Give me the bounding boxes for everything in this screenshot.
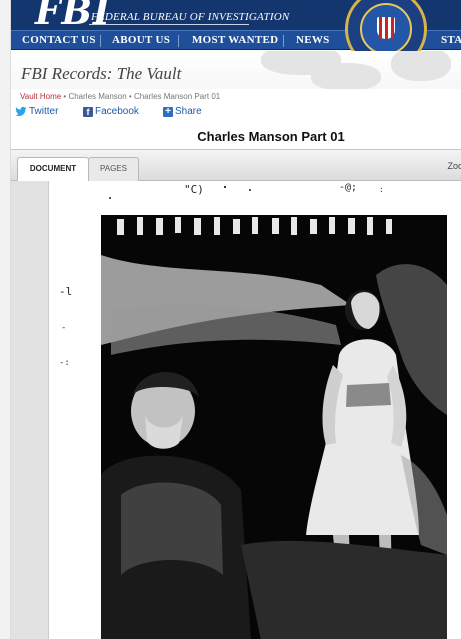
breadcrumb: Vault Home • Charles Manson • Charles Ma… xyxy=(20,92,220,101)
document-viewer: DOCUMENT PAGES Zoo "C) -@; : -l - -: xyxy=(11,149,461,639)
world-map-shape xyxy=(391,51,451,81)
plus-share-icon: + xyxy=(163,106,173,117)
vault-title[interactable]: FBI Records: The Vault xyxy=(21,64,181,84)
left-gutter xyxy=(0,0,11,639)
tab-document[interactable]: DOCUMENT xyxy=(17,157,89,182)
fbi-subtitle: FEDERAL BUREAU OF INVESTIGATION xyxy=(91,11,290,23)
svg-text:-: - xyxy=(61,323,66,333)
facebook-label[interactable]: Facebook xyxy=(95,106,139,117)
twitter-bird-icon xyxy=(15,106,27,117)
viewer-tabbar: DOCUMENT PAGES Zoo xyxy=(11,150,461,182)
nav-divider xyxy=(178,35,179,47)
viewer-sidebar xyxy=(11,181,49,639)
share-label[interactable]: Share xyxy=(175,106,202,117)
twitter-share[interactable]: Twitter xyxy=(15,106,58,117)
svg-text:-l: -l xyxy=(59,285,72,298)
seal-stripe xyxy=(379,17,382,39)
nav-item-contact-us[interactable]: CONTACT US xyxy=(22,34,96,46)
header-rule xyxy=(89,24,249,25)
nav-item-news[interactable]: NEWS xyxy=(296,34,330,46)
photo-content xyxy=(101,215,447,639)
tab-pages[interactable]: PAGES xyxy=(88,157,139,181)
breadcrumb-current: Charles Manson Part 01 xyxy=(133,92,221,101)
seal-shield-icon xyxy=(377,17,395,39)
document-page[interactable]: "C) -@; : -l - -: xyxy=(49,181,461,639)
seal-stripe xyxy=(385,17,388,39)
svg-text:-:: -: xyxy=(59,358,70,368)
facebook-icon: f xyxy=(83,106,93,117)
page-scan-marks: "C) -@; : xyxy=(109,182,384,199)
nav-divider xyxy=(283,35,284,47)
world-map-shape xyxy=(311,63,381,89)
document-title: Charles Manson Part 01 xyxy=(197,129,345,144)
zoom-label[interactable]: Zoo xyxy=(447,161,461,171)
seal-stripe xyxy=(391,17,394,39)
vault-banner: FBI Records: The Vault xyxy=(11,51,461,89)
nav-item-stats[interactable]: STA xyxy=(441,34,461,46)
scanned-photograph xyxy=(101,215,447,639)
share-button[interactable]: + Share xyxy=(163,106,202,117)
nav-divider xyxy=(100,35,101,47)
page-margin-marks: -l - -: xyxy=(59,285,72,368)
svg-text::: : xyxy=(379,185,384,194)
seal-inner xyxy=(360,3,412,55)
svg-text:"C): "C) xyxy=(184,183,204,196)
breadcrumb-home-link[interactable]: Vault Home xyxy=(20,92,61,101)
nav-item-most-wanted[interactable]: MOST WANTED xyxy=(192,34,278,46)
breadcrumb-section[interactable]: Charles Manson xyxy=(68,92,126,101)
nav-item-about-us[interactable]: ABOUT US xyxy=(112,34,170,46)
twitter-label[interactable]: Twitter xyxy=(29,106,58,117)
facebook-share[interactable]: f Facebook xyxy=(83,106,139,117)
breadcrumb-separator: • xyxy=(126,92,134,101)
svg-text:-@;: -@; xyxy=(339,182,357,193)
